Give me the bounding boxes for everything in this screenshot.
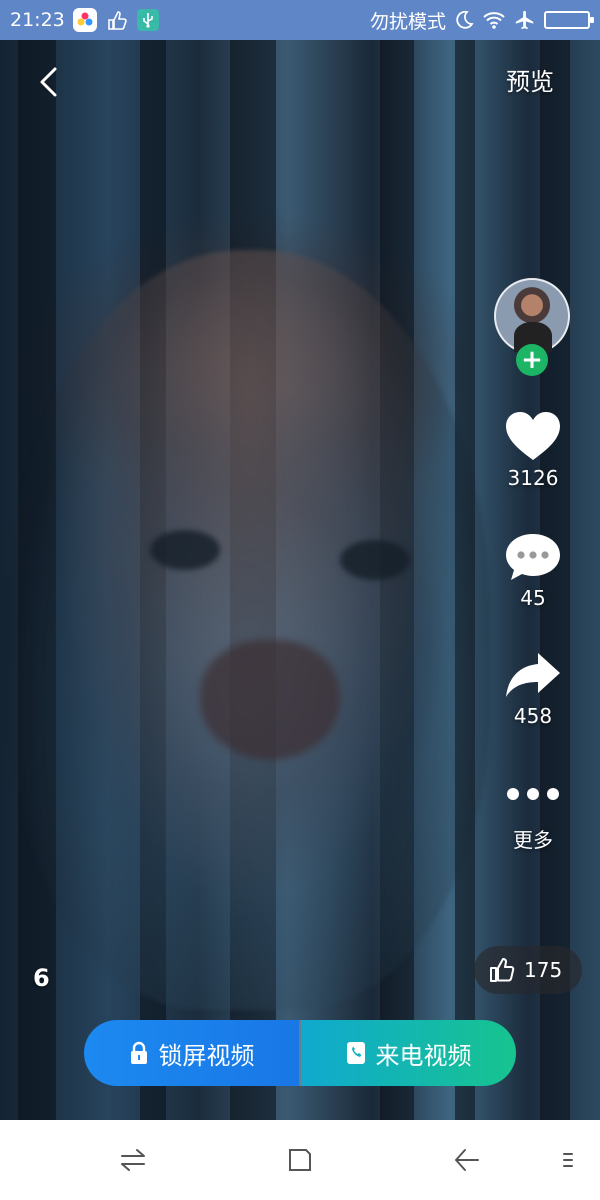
comment-action[interactable]: 45 <box>494 528 572 610</box>
preview-button[interactable]: 预览 <box>506 62 554 97</box>
airplane-icon <box>514 9 536 31</box>
share-icon[interactable] <box>494 646 572 702</box>
wifi-icon <box>482 10 506 30</box>
status-time: 21:23 <box>10 9 65 31</box>
lock-screen-video-button[interactable]: 锁屏视频 <box>84 1020 299 1086</box>
switch-icon[interactable] <box>117 1144 149 1176</box>
more-dots-icon[interactable] <box>494 766 572 822</box>
heart-icon[interactable] <box>494 408 572 464</box>
tiger-nose <box>200 640 340 760</box>
photo-app-icon <box>72 8 97 32</box>
lock-icon <box>130 1041 147 1064</box>
like-action[interactable]: 3126 <box>494 408 572 490</box>
page-number: 6 <box>33 964 50 992</box>
status-left: 21:23 <box>10 8 159 32</box>
call-video-label: 来电视频 <box>375 1041 472 1070</box>
tiger-image <box>10 250 490 1010</box>
usb-icon <box>136 9 159 31</box>
share-action[interactable]: 458 <box>494 646 572 728</box>
share-count: 458 <box>513 704 553 728</box>
tiger-eye <box>340 540 410 580</box>
tiger-eye <box>150 530 220 570</box>
comment-count: 45 <box>520 586 546 610</box>
like-count: 3126 <box>507 466 559 490</box>
hand-icon <box>105 8 129 32</box>
comment-icon[interactable] <box>494 528 572 584</box>
avatar[interactable] <box>494 278 570 354</box>
thumbs-up-button[interactable]: 175 <box>474 946 582 994</box>
call-video-button[interactable]: 来电视频 <box>301 1020 516 1086</box>
wallpaper-cta-group: 锁屏视频 来电视频 <box>84 1020 516 1086</box>
more-action[interactable]: 更多 <box>494 766 572 853</box>
moon-icon <box>454 10 474 30</box>
thumbs-up-icon <box>490 958 515 982</box>
phone-icon <box>346 1042 365 1064</box>
status-right: 勿扰模式 <box>369 7 594 34</box>
follow-button[interactable]: + <box>516 344 548 376</box>
back-button[interactable] <box>28 60 68 104</box>
back-arrow-icon[interactable] <box>451 1144 483 1176</box>
menu-icon[interactable] <box>552 1144 584 1176</box>
more-label: 更多 <box>513 828 553 852</box>
author-avatar-group[interactable]: + <box>494 278 570 376</box>
lock-screen-video-label: 锁屏视频 <box>158 1041 255 1070</box>
thumbs-up-count: 175 <box>524 958 563 982</box>
dnd-label: 勿扰模式 <box>369 10 446 33</box>
chevron-left-icon <box>40 67 57 97</box>
home-square-icon[interactable] <box>284 1144 316 1176</box>
system-nav-bar <box>0 1120 600 1200</box>
battery-icon <box>544 11 594 29</box>
status-bar: 21:23 勿扰模式 <box>0 0 600 40</box>
